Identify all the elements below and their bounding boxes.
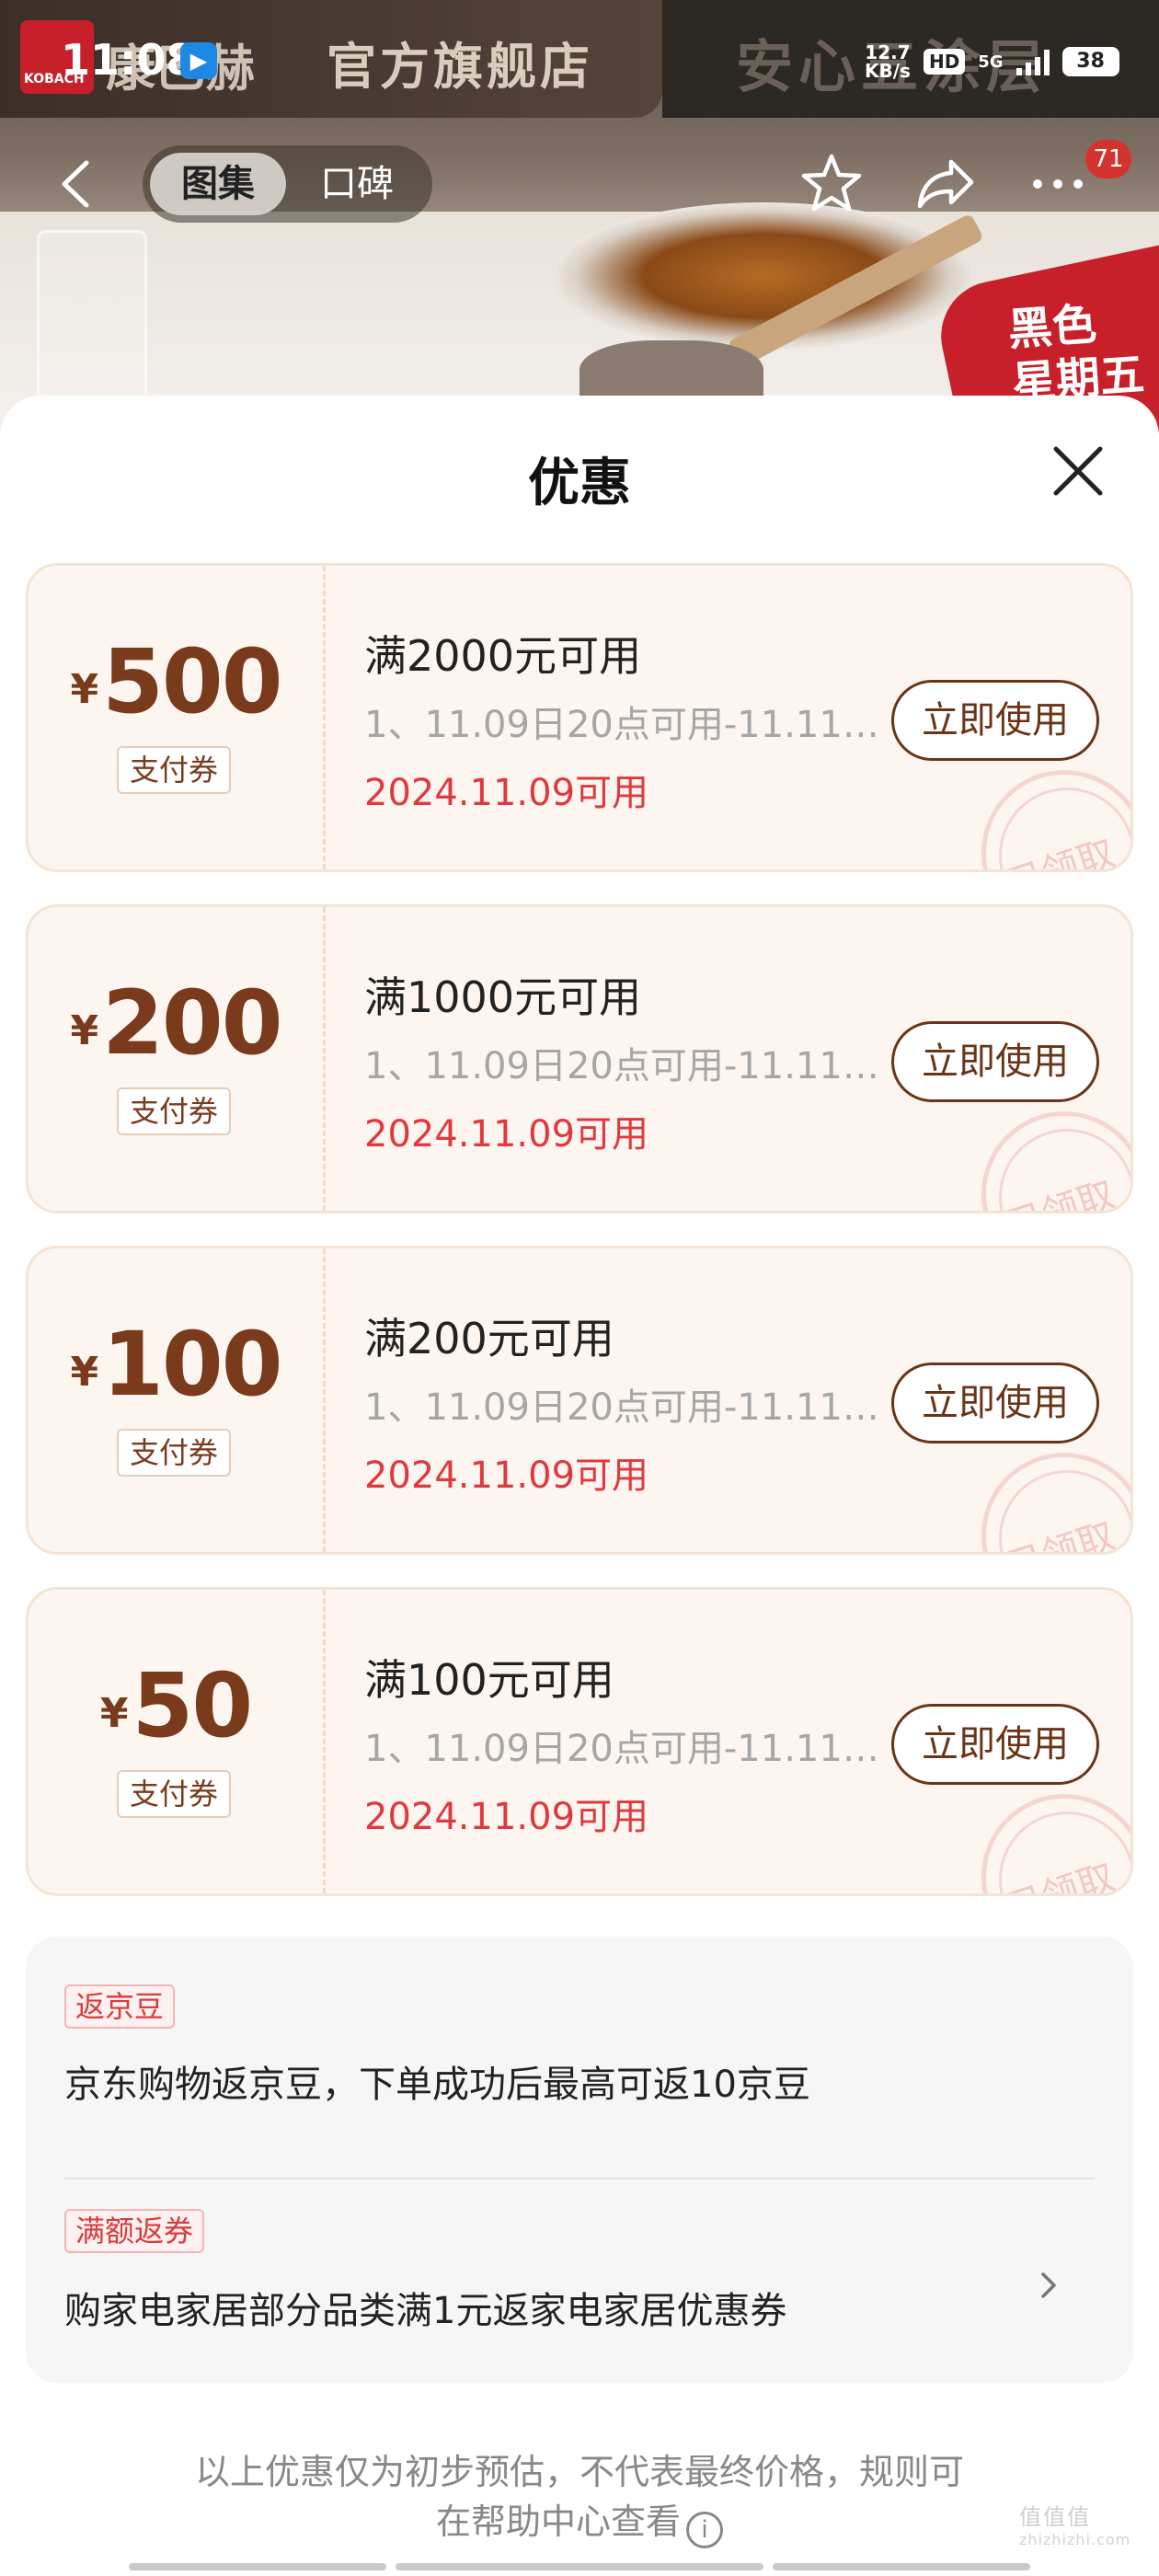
info-divider [64, 2178, 1095, 2179]
coupon-condition: 满1000元可用 [364, 972, 642, 1022]
close-icon[interactable] [1039, 432, 1117, 510]
coupon-value-panel: ¥500 支付券 [29, 566, 323, 869]
coupon-condition: 满100元可用 [364, 1655, 614, 1705]
use-now-button[interactable]: 立即使用 [891, 1021, 1099, 1102]
claimed-stamp-text: 已领取 [1002, 832, 1120, 872]
coupon-rebate-text[interactable]: 购家电家居部分品类满1元返家电家居优惠券 [64, 2281, 786, 2334]
coupon-card: ¥500 支付券 满2000元可用 1、11.09日20点可用-11.11日..… [26, 563, 1133, 872]
media-tabs: 图集 口碑 [143, 145, 432, 223]
coupon-value-panel: ¥50 支付券 [29, 1590, 323, 1893]
sheet-title: 优惠 [528, 454, 631, 513]
currency-symbol: ¥ [99, 1690, 129, 1737]
coupon-condition: 满2000元可用 [364, 631, 642, 681]
coupon-value-panel: ¥100 支付券 [29, 1248, 323, 1552]
notification-app-icon: ▶ [180, 42, 217, 79]
watermark-sub: zhizhizhi.com [1019, 2531, 1131, 2548]
coupon-valid-date: 2024.11.09可用 [364, 1113, 649, 1156]
coupon-divider [323, 1590, 326, 1893]
coupon-amount: ¥50 [29, 1654, 323, 1757]
coupon-amount-value: 100 [102, 1313, 282, 1416]
disclaimer: 以上优惠仅为初步预估，不代表最终价格，规则可 在帮助中心查看 i [110, 2447, 1049, 2548]
signal-bars-icon [1016, 48, 1050, 75]
coupon-valid-date: 2024.11.09可用 [364, 772, 649, 814]
coupon-divider [323, 566, 326, 869]
jingdou-rebate-tag: 返京豆 [64, 1984, 176, 2029]
back-arrow-icon[interactable] [46, 152, 110, 216]
info-icon[interactable]: i [686, 2512, 723, 2548]
coupon-type-badge: 支付券 [117, 1429, 232, 1477]
battery-icon: 38 [1061, 47, 1119, 76]
use-now-button[interactable]: 立即使用 [891, 1363, 1099, 1443]
chevron-right-icon[interactable] [1028, 2265, 1069, 2306]
promo-tag-text: 黑色 星期五 [1006, 294, 1146, 410]
coupon-divider [323, 907, 326, 1211]
coupon-divider [323, 1248, 326, 1552]
gesture-bar [773, 2563, 1030, 2570]
rebate-info-box: 返京豆 京东购物返京豆，下单成功后最高可返10京豆 满额返券 购家电家居部分品类… [26, 1937, 1133, 2383]
tab-gallery[interactable]: 图集 [150, 153, 286, 215]
claimed-stamp-text: 已领取 [1002, 1173, 1120, 1213]
claimed-stamp: 已领取 [981, 1453, 1130, 1555]
disclaimer-line2: 在帮助中心查看 [435, 2501, 681, 2542]
top-nav: 图集 口碑 71 [0, 129, 1159, 239]
coupon-type-badge: 支付券 [117, 1770, 232, 1818]
use-now-button[interactable]: 立即使用 [891, 1704, 1099, 1785]
coupon-valid-date: 2024.11.09可用 [364, 1796, 649, 1838]
currency-symbol: ¥ [70, 1007, 99, 1054]
coupon-card: ¥100 支付券 满200元可用 1、11.09日20点可用-11.11日...… [26, 1246, 1133, 1555]
coupon-description: 1、11.09日20点可用-11.11日... [364, 1045, 884, 1087]
coupon-amount: ¥100 [29, 1313, 323, 1416]
coupon-card: ¥200 支付券 满1000元可用 1、11.09日20点可用-11.11日..… [26, 904, 1133, 1213]
coupon-condition: 满200元可用 [364, 1314, 614, 1363]
message-badge: 71 [1085, 140, 1131, 178]
share-icon[interactable] [911, 149, 981, 219]
coupon-description: 1、11.09日20点可用-11.11日... [364, 1728, 884, 1770]
hd-icon: HD [923, 49, 966, 75]
coupon-value-panel: ¥200 支付券 [29, 907, 323, 1211]
currency-symbol: ¥ [70, 666, 99, 713]
use-now-button[interactable]: 立即使用 [891, 680, 1099, 761]
claimed-stamp: 已领取 [981, 1794, 1130, 1896]
jingdou-rebate-text: 京东购物返京豆，下单成功后最高可返10京豆 [64, 2064, 810, 2106]
network-speed: 12.7 KB/s [865, 43, 911, 80]
watermark-text: 值值值 [1019, 2504, 1091, 2530]
coupon-amount-value: 50 [132, 1654, 254, 1757]
status-time: 11:08 [61, 35, 196, 85]
claimed-stamp-text: 已领取 [1002, 1514, 1120, 1555]
coupon-valid-date: 2024.11.09可用 [364, 1455, 649, 1497]
status-icons: 12.7 KB/s HD 5G 38 [865, 39, 1119, 85]
coupon-amount-value: 200 [102, 972, 282, 1075]
coupon-rebate-tag: 满额返券 [64, 2209, 205, 2253]
watermark: 值值值 zhizhizhi.com [1019, 2499, 1130, 2548]
claimed-stamp: 已领取 [981, 1111, 1130, 1213]
coupon-amount: ¥200 [29, 972, 323, 1075]
coupon-description: 1、11.09日20点可用-11.11日... [364, 704, 884, 746]
currency-symbol: ¥ [70, 1349, 99, 1396]
coupon-type-badge: 支付券 [117, 1087, 232, 1135]
more-icon[interactable] [1023, 149, 1093, 219]
signal-type: 5G [978, 52, 1004, 72]
favorite-star-icon[interactable] [797, 149, 866, 219]
claimed-stamp: 已领取 [981, 770, 1130, 872]
claimed-stamp-text: 已领取 [1002, 1856, 1120, 1896]
network-speed-unit: KB/s [865, 60, 911, 82]
coupon-type-badge: 支付券 [117, 746, 232, 794]
gesture-bar [129, 2563, 386, 2570]
coupon-amount: ¥500 [29, 630, 323, 733]
promo-tag-line1: 黑色 [1006, 298, 1098, 357]
photo-glass [37, 230, 147, 414]
status-bar: 11:08 ▶ 12.7 KB/s HD 5G 38 [0, 0, 1159, 118]
disclaimer-line2-wrap: 在帮助中心查看 i [110, 2497, 1049, 2548]
coupon-card: ¥50 支付券 满100元可用 1、11.09日20点可用-11.11日... … [26, 1587, 1133, 1896]
coupon-amount-value: 500 [102, 630, 282, 733]
disclaimer-line1: 以上优惠仅为初步预估，不代表最终价格，规则可 [194, 2452, 964, 2492]
network-speed-value: 12.7 [865, 41, 911, 63]
coupon-description: 1、11.09日20点可用-11.11日... [364, 1386, 884, 1429]
tab-reviews[interactable]: 口碑 [297, 153, 417, 215]
gesture-bar [396, 2563, 763, 2570]
